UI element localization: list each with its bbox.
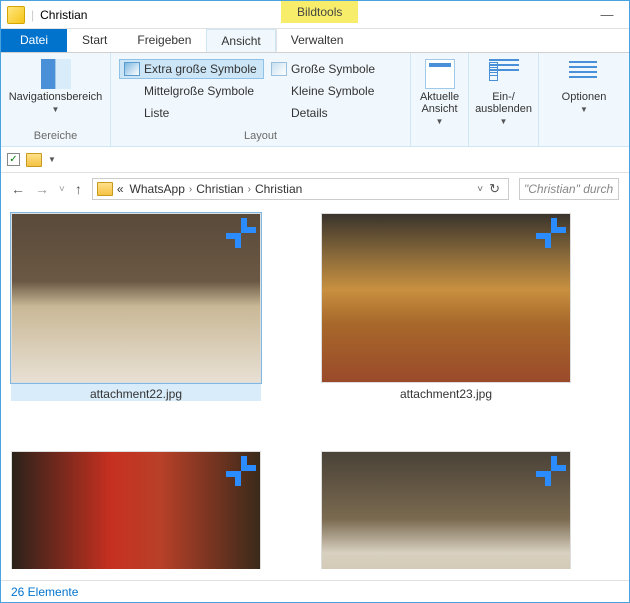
tab-manage[interactable]: Verwalten [276, 28, 359, 52]
chevron-down-icon[interactable]: ▼ [48, 155, 56, 164]
nav-label: Navigationsbereich [9, 91, 103, 103]
crumb-christian2[interactable]: Christian [253, 182, 304, 196]
details-icon [271, 106, 287, 120]
file-item[interactable]: attachment29.ipg [321, 451, 571, 569]
thumbnail [11, 213, 261, 383]
chevron-down-icon: ▼ [52, 105, 60, 114]
medium-icons-icon [124, 84, 140, 98]
forward-button[interactable]: → [35, 181, 49, 197]
file-name: attachment23.jpg [400, 387, 492, 401]
compress-icon [224, 454, 258, 488]
show-hide-button[interactable]: Ein-/ ausblenden ▼ [471, 57, 536, 128]
minimize-button[interactable]: — [585, 1, 629, 29]
view-details[interactable]: Details [266, 103, 386, 123]
quick-access-toolbar: ✓ ▼ [1, 147, 629, 173]
list-icon [124, 106, 140, 120]
tab-start[interactable]: Start [67, 28, 122, 52]
compress-icon [534, 454, 568, 488]
tab-share[interactable]: Freigeben [122, 28, 206, 52]
show-hide-label: Ein-/ ausblenden [475, 91, 532, 115]
back-button[interactable]: ← [11, 181, 25, 197]
up-button[interactable]: ↑ [75, 181, 82, 197]
address-bar: ← → ˅ ↑ « WhatsApp› Christian› Christian… [1, 173, 629, 205]
thumbnail [321, 213, 571, 383]
options-icon [569, 59, 599, 89]
current-view-label: Aktuelle Ansicht [420, 91, 459, 115]
file-list: attachment22.jpg attachment23.jpg attach… [1, 205, 629, 569]
chevron-down-icon[interactable]: ˅ [477, 184, 483, 195]
group-panes-label: Bereiche [34, 130, 77, 144]
chevron-down-icon: ▼ [580, 105, 588, 114]
crumb-whatsapp[interactable]: WhatsApp [128, 182, 187, 196]
view-small[interactable]: Kleine Symbole [266, 81, 386, 101]
file-item[interactable]: attachment25.ipg [11, 451, 261, 569]
crumb-christian1[interactable]: Christian [194, 182, 245, 196]
navigation-pane-button[interactable]: Navigationsbereich ▼ [5, 57, 107, 116]
status-bar: 26 Elemente [1, 580, 629, 602]
folder-icon [7, 6, 25, 24]
thumbnail [321, 451, 571, 569]
file-item[interactable]: attachment22.jpg [11, 213, 261, 401]
breadcrumb[interactable]: « WhatsApp› Christian› Christian ˅ ↻ [92, 178, 509, 200]
compress-icon [534, 216, 568, 250]
file-item[interactable]: attachment23.jpg [321, 213, 571, 401]
contextual-tab-label: Bildtools [281, 1, 358, 23]
folder-icon [26, 153, 42, 167]
ribbon: Navigationsbereich ▼ Bereiche Extra groß… [1, 53, 629, 147]
chevron-right-icon[interactable]: › [248, 184, 251, 195]
small-icons-icon [271, 84, 287, 98]
chevron-down-icon: ▼ [436, 117, 444, 126]
options-label: Optionen [562, 91, 607, 103]
compress-icon [224, 216, 258, 250]
chevron-down-icon: ▼ [500, 117, 508, 126]
group-layout-label: Layout [119, 130, 402, 144]
item-count: 26 Elemente [11, 585, 78, 599]
options-button[interactable]: Optionen ▼ [558, 57, 611, 116]
history-chevron-icon[interactable]: ˅ [59, 184, 65, 195]
view-medium[interactable]: Mittelgroße Symbole [119, 81, 264, 101]
extra-large-icons-icon [124, 62, 140, 76]
view-list[interactable]: Liste [119, 103, 264, 123]
divider: | [31, 8, 34, 22]
tab-view[interactable]: Ansicht [206, 29, 275, 52]
current-view-button[interactable]: Aktuelle Ansicht ▼ [416, 57, 463, 128]
current-view-icon [425, 59, 455, 89]
select-all-checkbox[interactable]: ✓ [7, 153, 20, 166]
view-extra-large[interactable]: Extra große Symbole [119, 59, 264, 79]
title-bar: | Christian Bildtools — [1, 1, 629, 29]
folder-icon [97, 182, 113, 196]
show-hide-icon [489, 59, 519, 89]
ribbon-tabs: Datei Start Freigeben Ansicht Verwalten [1, 29, 629, 53]
view-large[interactable]: Große Symbole [266, 59, 386, 79]
refresh-button[interactable]: ↻ [485, 181, 504, 197]
file-name: attachment22.jpg [90, 387, 182, 401]
search-input[interactable]: "Christian" durch [519, 178, 619, 200]
thumbnail [11, 451, 261, 569]
tab-file[interactable]: Datei [1, 28, 67, 52]
window-title: Christian [40, 8, 87, 22]
large-icons-icon [271, 62, 287, 76]
chevron-right-icon[interactable]: › [189, 184, 192, 195]
